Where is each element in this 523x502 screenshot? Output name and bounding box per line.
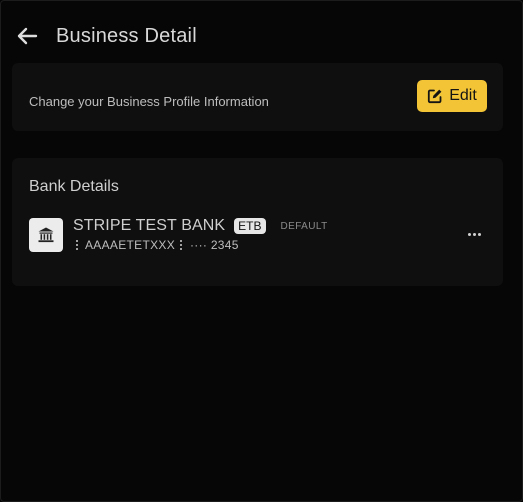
account-number-masked: ···· 2345 <box>190 238 239 252</box>
business-profile-card: Change your Business Profile Information… <box>12 63 503 131</box>
currency-badge: ETB <box>234 218 266 234</box>
more-horizontal-icon <box>467 232 471 236</box>
page-header: Business Detail <box>15 21 197 51</box>
app-panel: Business Detail Change your Business Pro… <box>0 0 523 502</box>
bank-swift-code: AAAAETETXXX <box>85 238 175 252</box>
bank-meta-row: AAAAETETXXX ···· 2345 <box>74 238 239 252</box>
bank-building-icon <box>38 227 54 243</box>
edit-button-label: Edit <box>449 87 477 104</box>
default-badge: DEFAULT <box>280 220 328 232</box>
edit-button[interactable]: Edit <box>417 80 487 112</box>
page-title: Business Detail <box>56 24 197 47</box>
separator-dots-icon <box>178 240 184 250</box>
profile-description: Change your Business Profile Information <box>29 94 269 109</box>
bank-avatar <box>29 218 63 252</box>
arrow-left-icon <box>17 27 38 45</box>
more-options-button[interactable] <box>464 226 484 242</box>
back-button[interactable] <box>15 24 39 48</box>
bank-name: STRIPE TEST BANK <box>73 217 226 234</box>
pencil-square-icon <box>428 89 442 104</box>
bank-name-row: STRIPE TEST BANK ETB DEFAULT <box>73 217 328 235</box>
bank-details-card: Bank Details STRIPE TEST BANK ETB DEFAUL… <box>12 158 503 286</box>
separator-dots-icon <box>74 240 80 250</box>
bank-details-heading: Bank Details <box>29 178 119 195</box>
